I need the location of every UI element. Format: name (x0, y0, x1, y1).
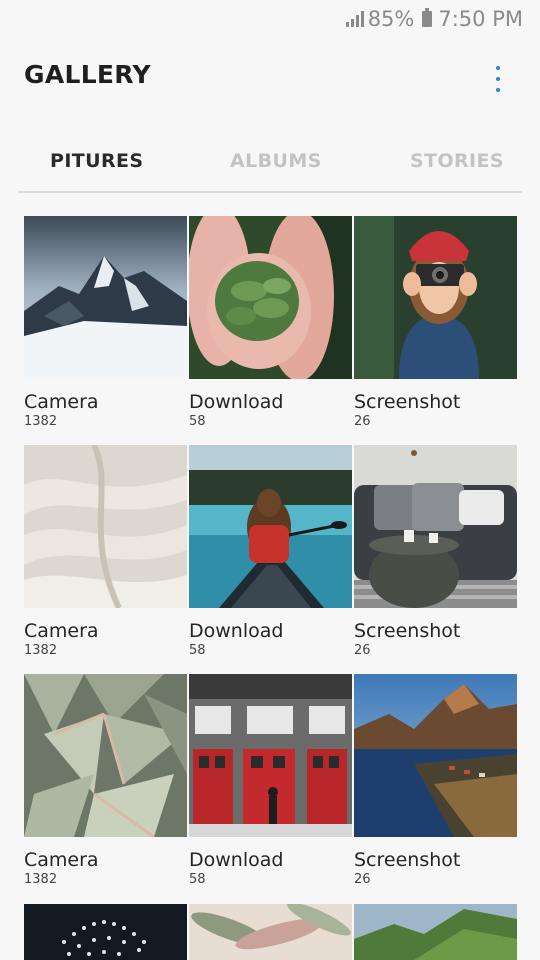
page-title: GALLERY (24, 60, 151, 89)
tab-pictures[interactable]: PITURES (50, 150, 143, 172)
album-count: 26 (354, 643, 371, 658)
album-thumbnail[interactable] (189, 216, 352, 379)
album-name: Camera (24, 391, 99, 413)
album-count: 58 (189, 643, 206, 658)
album-name: Download (189, 620, 284, 642)
album-count: 1382 (24, 414, 58, 429)
album-item[interactable]: Download 58 (189, 445, 352, 658)
album-item[interactable]: Download 58 (189, 674, 352, 887)
battery-icon (422, 8, 433, 27)
album-item[interactable] (189, 904, 352, 960)
album-count: 1382 (24, 643, 58, 658)
album-thumbnail[interactable] (354, 904, 517, 960)
signal-icon (345, 11, 364, 27)
battery-percent: 85% (367, 7, 415, 31)
status-bar: 85% 7:50 PM (0, 0, 540, 38)
album-name: Screenshot (354, 620, 461, 642)
album-count: 26 (354, 414, 371, 429)
album-item[interactable]: Screenshot 26 (354, 216, 517, 429)
album-item[interactable]: Camera 1382 (24, 216, 187, 429)
album-thumbnail[interactable] (354, 445, 517, 608)
album-item[interactable]: Screenshot 26 (354, 674, 517, 887)
clock: 7:50 PM (438, 7, 523, 31)
album-count: 26 (354, 872, 371, 887)
album-count: 58 (189, 414, 206, 429)
album-name: Screenshot (354, 391, 461, 413)
album-name: Screenshot (354, 849, 461, 871)
album-thumbnail[interactable] (24, 904, 187, 960)
album-count: 58 (189, 872, 206, 887)
tab-albums[interactable]: ALBUMS (230, 150, 322, 172)
album-thumbnail[interactable] (354, 216, 517, 379)
album-thumbnail[interactable] (189, 904, 352, 960)
album-item[interactable]: Camera 1382 (24, 674, 187, 887)
album-thumbnail[interactable] (189, 674, 352, 837)
status-right: 85% 7:50 PM (345, 6, 523, 32)
tab-divider (18, 191, 522, 193)
album-thumbnail[interactable] (189, 445, 352, 608)
album-name: Camera (24, 849, 99, 871)
album-item[interactable]: Screenshot 26 (354, 445, 517, 658)
tab-stories[interactable]: STORIES (410, 150, 504, 172)
album-item[interactable]: Download 58 (189, 216, 352, 429)
album-thumbnail[interactable] (24, 445, 187, 608)
tab-bar: PITURES ALBUMS STORIES (0, 140, 540, 186)
album-thumbnail[interactable] (24, 674, 187, 837)
album-count: 1382 (24, 872, 58, 887)
album-thumbnail[interactable] (24, 216, 187, 379)
album-item[interactable]: Camera 1382 (24, 445, 187, 658)
album-name: Camera (24, 620, 99, 642)
album-item[interactable] (354, 904, 517, 960)
more-vert-icon[interactable] (488, 66, 508, 92)
album-thumbnail[interactable] (354, 674, 517, 837)
album-item[interactable] (24, 904, 187, 960)
album-name: Download (189, 849, 284, 871)
album-name: Download (189, 391, 284, 413)
